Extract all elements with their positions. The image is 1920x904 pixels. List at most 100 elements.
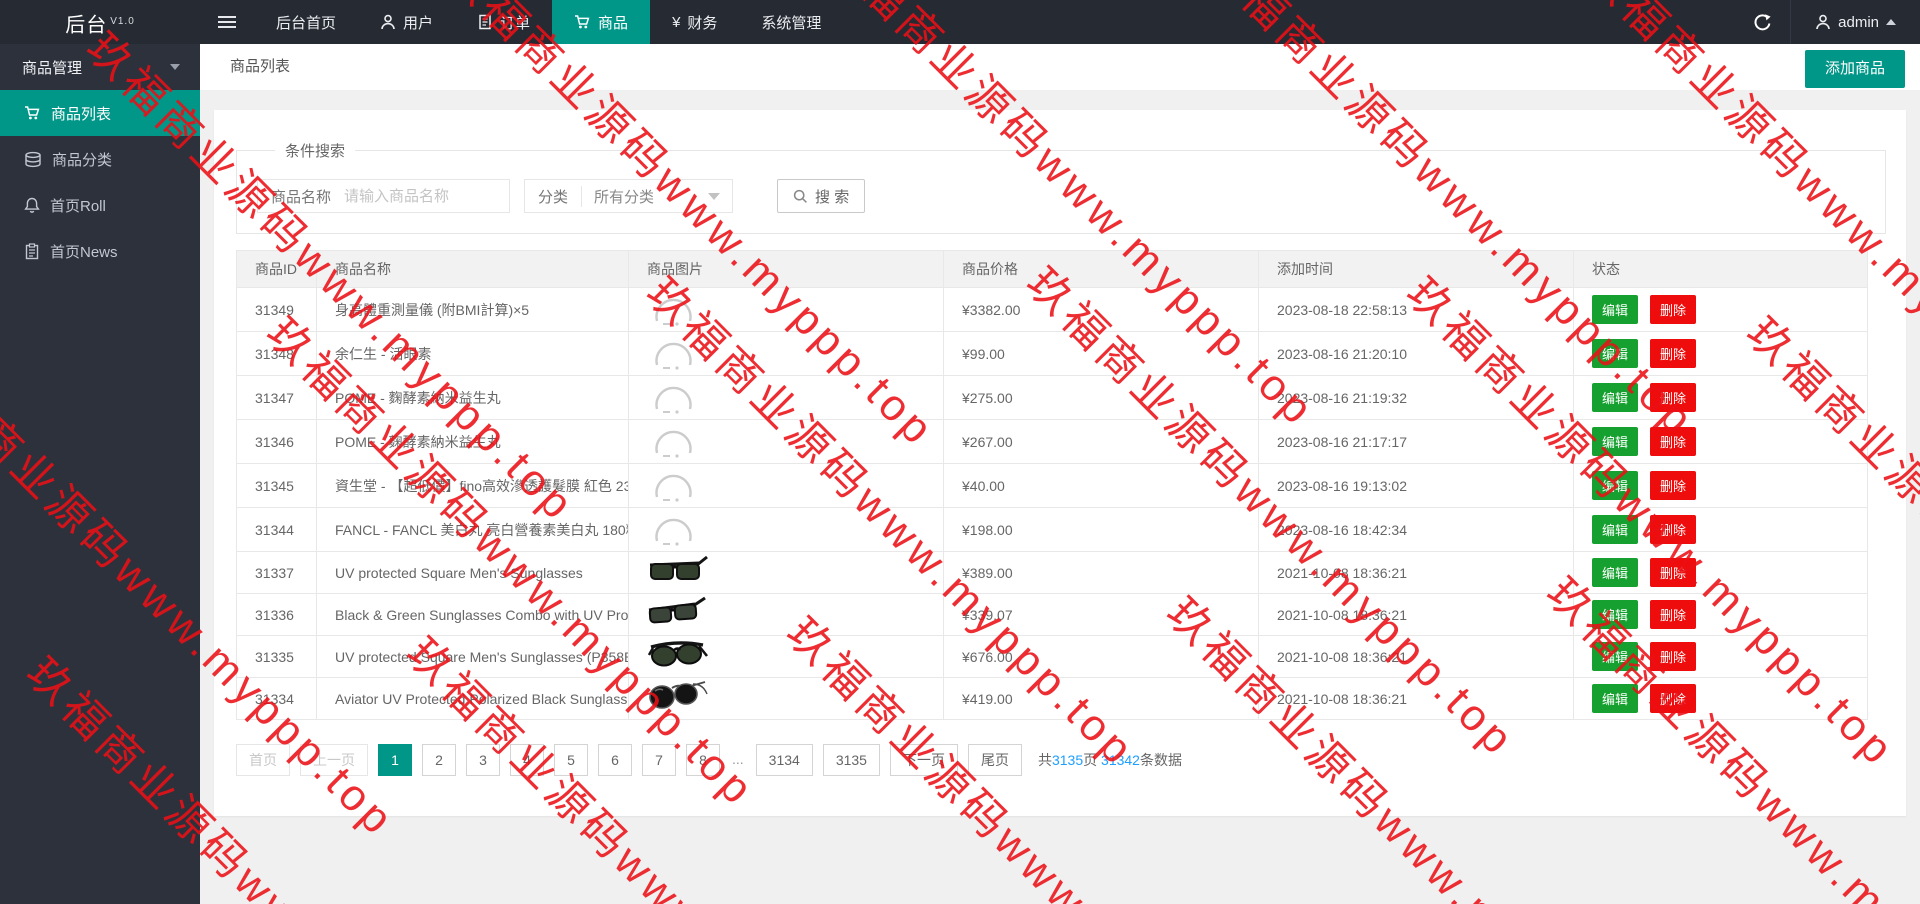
search-row: 商品名称 分类 所有分类 搜 索 bbox=[257, 179, 1885, 213]
table-row: 31346 POME - 麴酵素納米益生丸 ¥267.00 2023-08-16… bbox=[236, 419, 1868, 464]
goods-add-time: 2023-08-16 18:42:34 bbox=[1258, 507, 1574, 552]
pagination-page-6[interactable]: 6 bbox=[598, 744, 632, 776]
edit-button[interactable]: 编辑 bbox=[1592, 642, 1639, 671]
sidebar-item-goods-list[interactable]: 商品列表 bbox=[0, 90, 200, 136]
image-placeholder-icon bbox=[655, 298, 692, 326]
category-label: 分类 bbox=[525, 185, 583, 207]
delete-button[interactable]: 删除 bbox=[1650, 642, 1697, 671]
sidebar-item-home-roll[interactable]: 首页Roll bbox=[0, 182, 200, 228]
goods-add-time: 2021-10-08 18:36:21 bbox=[1258, 677, 1574, 720]
sunglasses-product-image bbox=[649, 555, 708, 580]
delete-button[interactable]: 删除 bbox=[1650, 515, 1697, 544]
goods-add-time: 2023-08-18 22:58:13 bbox=[1258, 287, 1574, 332]
sidebar-item-goods-category[interactable]: 商品分类 bbox=[0, 136, 200, 182]
pagination-page-5[interactable]: 5 bbox=[554, 744, 588, 776]
pagination-prev[interactable]: 上一页 bbox=[300, 744, 368, 776]
chevron-down-icon bbox=[170, 64, 180, 70]
sidebar-group-goods-management[interactable]: 商品管理 bbox=[0, 44, 200, 90]
delete-button[interactable]: 删除 bbox=[1650, 684, 1697, 713]
table-row: 31349 身高體重測量儀 (附BMI計算)×5 ¥3382.00 2023-0… bbox=[236, 287, 1868, 332]
nav-item-users[interactable]: 用户 bbox=[358, 0, 455, 44]
edit-button[interactable]: 编辑 bbox=[1592, 515, 1639, 544]
edit-button[interactable]: 编辑 bbox=[1592, 295, 1639, 324]
goods-id: 31345 bbox=[236, 463, 317, 508]
nav-item-finance[interactable]: ¥ 财务 bbox=[650, 0, 739, 44]
pagination-page-2[interactable]: 2 bbox=[422, 744, 456, 776]
nav-item-goods[interactable]: 商品 bbox=[552, 0, 651, 44]
search-button[interactable]: 搜 索 bbox=[777, 179, 866, 213]
goods-price: ¥3382.00 bbox=[943, 287, 1259, 332]
category-group: 分类 所有分类 bbox=[524, 179, 734, 213]
pagination-last[interactable]: 尾页 bbox=[967, 744, 1022, 776]
goods-price: ¥339.07 bbox=[943, 593, 1259, 636]
pagination-page-1[interactable]: 1 bbox=[378, 744, 412, 776]
app-logo: 后台 V1.0 bbox=[0, 0, 200, 44]
bell-icon bbox=[24, 197, 40, 213]
pagination-ellipsis: ... bbox=[732, 751, 744, 767]
table-row: 31335 UV protected Square Men's Sunglass… bbox=[236, 635, 1868, 678]
pagination-page-7[interactable]: 7 bbox=[642, 744, 676, 776]
pagination-page-8[interactable]: 8 bbox=[686, 744, 720, 776]
pagination-page-3135[interactable]: 3135 bbox=[822, 744, 880, 776]
table-row: 31336 Black & Green Sunglasses Combo wit… bbox=[236, 593, 1868, 636]
delete-button[interactable]: 删除 bbox=[1650, 383, 1697, 412]
goods-price: ¥275.00 bbox=[943, 375, 1259, 420]
cart-icon bbox=[575, 15, 590, 29]
nav-item-system[interactable]: 系统管理 bbox=[739, 0, 843, 44]
search-panel: 条件搜索 商品名称 分类 所有分类 搜 bbox=[236, 140, 1886, 234]
refresh-button[interactable] bbox=[1734, 0, 1790, 44]
total-items: 31342 bbox=[1101, 752, 1140, 768]
order-icon bbox=[479, 14, 491, 30]
delete-button[interactable]: 删除 bbox=[1650, 295, 1697, 324]
delete-button[interactable]: 删除 bbox=[1650, 427, 1697, 456]
col-goods-price: 商品价格 bbox=[943, 250, 1259, 288]
delete-button[interactable]: 删除 bbox=[1650, 600, 1697, 629]
delete-button[interactable]: 删除 bbox=[1650, 339, 1697, 368]
app-version: V1.0 bbox=[110, 16, 135, 27]
col-goods-id: 商品ID bbox=[236, 250, 317, 288]
col-add-time: 添加时间 bbox=[1258, 250, 1574, 288]
pagination-first[interactable]: 首页 bbox=[236, 744, 290, 776]
pagination-next[interactable]: 下一页 bbox=[889, 744, 958, 776]
goods-price: ¥198.00 bbox=[943, 507, 1259, 552]
delete-button[interactable]: 删除 bbox=[1650, 471, 1697, 500]
user-menu[interactable]: admin bbox=[1791, 0, 1920, 44]
nav-item-dashboard[interactable]: 后台首页 bbox=[254, 0, 358, 44]
menu-toggle-button[interactable] bbox=[200, 0, 254, 44]
layers-icon bbox=[25, 151, 41, 167]
edit-button[interactable]: 编辑 bbox=[1592, 383, 1639, 412]
refresh-icon bbox=[1754, 13, 1771, 30]
goods-name-input[interactable] bbox=[344, 181, 510, 211]
pagination-page-4[interactable]: 4 bbox=[510, 744, 544, 776]
goods-id: 31335 bbox=[236, 635, 317, 678]
goods-add-time: 2023-08-16 21:20:10 bbox=[1258, 331, 1574, 376]
edit-button[interactable]: 编辑 bbox=[1592, 558, 1639, 587]
edit-button[interactable]: 编辑 bbox=[1592, 339, 1639, 368]
goods-id: 31347 bbox=[236, 375, 317, 420]
edit-button[interactable]: 编辑 bbox=[1592, 471, 1639, 500]
pagination-page-3134[interactable]: 3134 bbox=[755, 744, 813, 776]
table-row: 31347 POME - 麴酵素納米益生丸 ¥275.00 2023-08-16… bbox=[236, 375, 1868, 420]
goods-id: 31349 bbox=[236, 287, 317, 332]
edit-button[interactable]: 编辑 bbox=[1592, 427, 1639, 456]
goods-name: 資生堂 - 【超低價】fino高效滲透護髮膜 紅色 230g... bbox=[316, 463, 629, 508]
table-row: 31344 FANCL - FANCL 美白丸 亮白營養素美白丸 180粒 (.… bbox=[236, 507, 1868, 552]
goods-add-time: 2023-08-16 21:19:32 bbox=[1258, 375, 1574, 420]
category-selected-value: 所有分类 bbox=[594, 188, 655, 206]
goods-price: ¥419.00 bbox=[943, 677, 1259, 720]
edit-button[interactable]: 编辑 bbox=[1592, 684, 1639, 713]
goods-id: 31346 bbox=[236, 419, 317, 464]
pagination-page-3[interactable]: 3 bbox=[466, 744, 500, 776]
nav-item-orders[interactable]: 订单 bbox=[455, 0, 552, 44]
edit-button[interactable]: 编辑 bbox=[1592, 600, 1639, 629]
add-goods-button[interactable]: 添加商品 bbox=[1804, 50, 1905, 88]
main-area: 商品列表 添加商品 条件搜索 商品名称 分类 所有分类 bbox=[200, 44, 1920, 904]
goods-add-time: 2023-08-16 19:13:02 bbox=[1258, 463, 1574, 508]
sidebar-item-home-news[interactable]: 首页News bbox=[0, 228, 200, 274]
image-placeholder-icon bbox=[655, 342, 692, 370]
goods-name: FANCL - FANCL 美白丸 亮白營養素美白丸 180粒 (... bbox=[316, 507, 629, 552]
delete-button[interactable]: 删除 bbox=[1650, 558, 1697, 587]
category-select[interactable]: 所有分类 bbox=[582, 186, 732, 207]
table-row: 31345 資生堂 - 【超低價】fino高效滲透護髮膜 紅色 230g... … bbox=[236, 463, 1868, 508]
goods-table: 商品ID 商品名称 商品图片 商品价格 添加时间 状态 31349 身高體重測量… bbox=[236, 250, 1868, 720]
